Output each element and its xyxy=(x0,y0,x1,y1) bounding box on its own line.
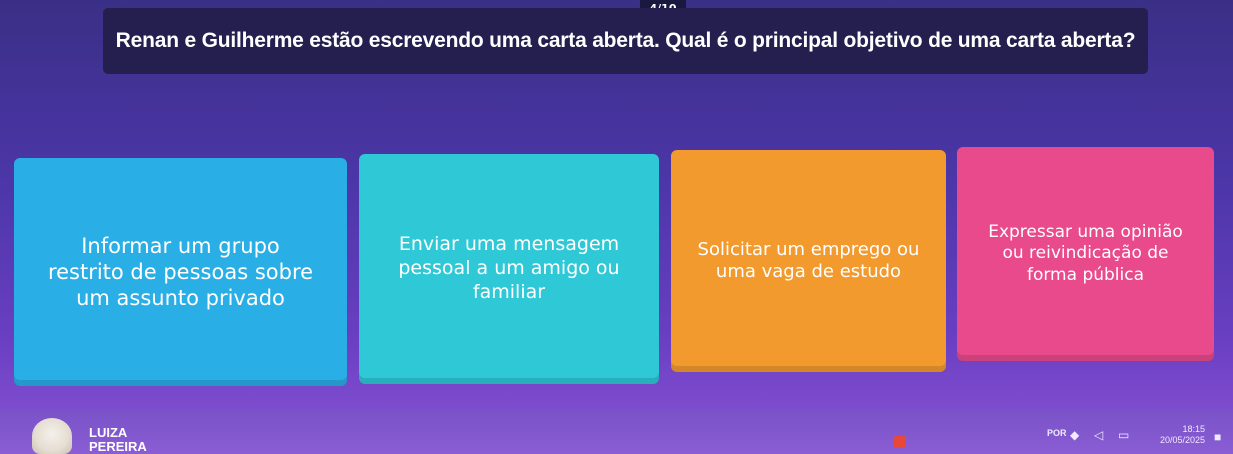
warning-icon[interactable] xyxy=(894,436,906,448)
answer-1-line-1: Informar um grupo xyxy=(81,233,280,258)
wifi-icon[interactable]: ◆ xyxy=(1070,428,1079,442)
answer-option-4[interactable]: Expressar uma opinião ou reivindicação d… xyxy=(957,147,1214,361)
answer-1-line-3: um assunto privado xyxy=(76,286,285,311)
answer-3-line-1: Solicitar um emprego ou xyxy=(697,238,920,260)
player-last-name: PEREIRA xyxy=(89,439,147,454)
ghost-avatar-icon xyxy=(32,418,72,454)
answer-option-3-text: Solicitar um emprego ou uma vaga de estu… xyxy=(698,239,920,284)
answer-1-line-2: restrito de pessoas sobre xyxy=(47,259,314,284)
answer-option-4-text: Expressar uma opinião ou reivindicação d… xyxy=(988,222,1183,286)
answer-4-line-3: forma pública xyxy=(1026,264,1145,285)
player-first-name: LUIZA xyxy=(89,425,128,440)
answer-options: Informar um grupo restrito de pessoas so… xyxy=(0,0,1233,454)
answer-3-line-2: uma vaga de estudo xyxy=(715,261,902,282)
clock-date: 20/05/2025 xyxy=(1160,435,1206,445)
answer-2-line-3: familiar xyxy=(472,280,546,303)
speaker-icon[interactable]: ◁ xyxy=(1094,428,1103,442)
language-indicator[interactable]: POR xyxy=(1047,428,1067,438)
answer-2-line-1: Enviar uma mensagem xyxy=(398,233,620,256)
clock[interactable]: 18:15 20/05/2025 xyxy=(1160,424,1205,446)
answer-option-1-text: Informar um grupo restrito de pessoas so… xyxy=(48,233,313,312)
answer-4-line-1: Expressar uma opinião xyxy=(988,222,1183,243)
answer-4-line-2: ou reivindicação de xyxy=(1002,243,1169,264)
answer-2-line-2: pessoal a um amigo ou xyxy=(398,257,620,280)
battery-icon[interactable]: ▭ xyxy=(1118,428,1129,442)
clock-time: 18:15 xyxy=(1182,424,1206,434)
answer-option-3[interactable]: Solicitar um emprego ou uma vaga de estu… xyxy=(671,150,946,372)
answer-option-2[interactable]: Enviar uma mensagem pessoal a um amigo o… xyxy=(359,154,659,384)
answer-option-1[interactable]: Informar um grupo restrito de pessoas so… xyxy=(14,158,347,386)
player-name: LUIZA PEREIRA xyxy=(89,426,147,454)
answer-option-2-text: Enviar uma mensagem pessoal a um amigo o… xyxy=(398,233,619,304)
notification-icon[interactable]: ■ xyxy=(1214,430,1221,444)
